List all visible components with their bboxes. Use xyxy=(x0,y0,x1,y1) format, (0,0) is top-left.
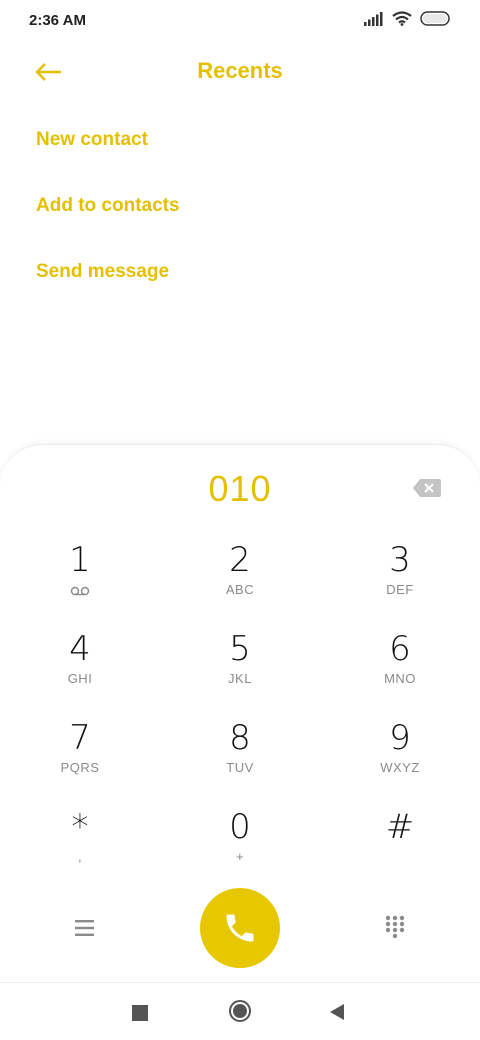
header: Recents xyxy=(0,44,480,102)
signal-icon xyxy=(364,11,383,26)
dialpad-toggle-button[interactable] xyxy=(380,912,410,942)
key-letters: , xyxy=(77,849,83,864)
voicemail-icon xyxy=(70,586,90,596)
key-letters: GHI xyxy=(67,671,93,686)
call-button[interactable] xyxy=(200,888,280,968)
key-6[interactable]: 6 MNO xyxy=(340,629,460,709)
key-digit: 4 xyxy=(69,629,91,669)
key-1[interactable]: 1 xyxy=(20,540,140,620)
menu-button[interactable] xyxy=(70,914,100,942)
backspace-button[interactable] xyxy=(412,478,442,498)
new-contact-button[interactable]: New contact xyxy=(36,129,148,151)
nav-recents-icon[interactable] xyxy=(132,1005,148,1021)
key-8[interactable]: 8 TUV xyxy=(180,718,300,798)
page-title: Recents xyxy=(197,58,283,83)
dialed-number: 010 xyxy=(208,468,272,509)
key-letters: PQRS xyxy=(60,760,100,775)
key-letters: + xyxy=(235,849,245,864)
nav-home-icon[interactable] xyxy=(229,1000,251,1022)
key-digit: 2 xyxy=(229,540,251,580)
key-hash[interactable]: # xyxy=(340,807,460,887)
key-letters: JKL xyxy=(228,671,252,686)
dialpad-icon xyxy=(385,915,405,939)
key-3[interactable]: 3 DEF xyxy=(340,540,460,620)
battery-icon xyxy=(420,11,450,26)
key-digit: 1 xyxy=(69,540,91,580)
key-digit: 7 xyxy=(69,718,91,758)
key-letters: DEF xyxy=(386,582,414,597)
send-message-button[interactable]: Send message xyxy=(36,261,169,283)
menu-icon xyxy=(75,920,94,936)
phone-icon xyxy=(226,914,254,942)
key-9[interactable]: 9 WXYZ xyxy=(340,718,460,798)
system-nav-bar xyxy=(0,982,480,1040)
key-digit: 0 xyxy=(229,807,251,847)
key-digit: 3 xyxy=(389,540,411,580)
backspace-icon xyxy=(413,479,441,497)
key-letters: TUV xyxy=(226,760,254,775)
wifi-icon xyxy=(392,11,412,26)
nav-back-icon[interactable] xyxy=(330,1004,344,1020)
key-7[interactable]: 7 PQRS xyxy=(20,718,140,798)
key-letters: MNO xyxy=(384,671,416,686)
add-to-contacts-button[interactable]: Add to contacts xyxy=(36,195,180,217)
key-5[interactable]: 5 JKL xyxy=(180,629,300,709)
key-digit: 9 xyxy=(389,718,411,758)
key-star[interactable]: * , xyxy=(20,807,140,887)
status-icons xyxy=(364,11,452,26)
status-bar: 2:36 AM xyxy=(0,0,480,44)
key-0[interactable]: 0 + xyxy=(180,807,300,887)
key-letters: WXYZ xyxy=(380,760,420,775)
key-digit: 5 xyxy=(229,629,251,669)
key-letters: ABC xyxy=(225,582,255,597)
nav-home-dot xyxy=(233,1004,247,1018)
key-2[interactable]: 2 ABC xyxy=(180,540,300,620)
key-digit: * xyxy=(71,807,89,847)
status-time: 2:36 AM xyxy=(29,12,86,29)
key-digit: 8 xyxy=(229,718,251,758)
key-digit: # xyxy=(385,807,415,847)
key-digit: 6 xyxy=(389,629,411,669)
key-4[interactable]: 4 GHI xyxy=(20,629,140,709)
